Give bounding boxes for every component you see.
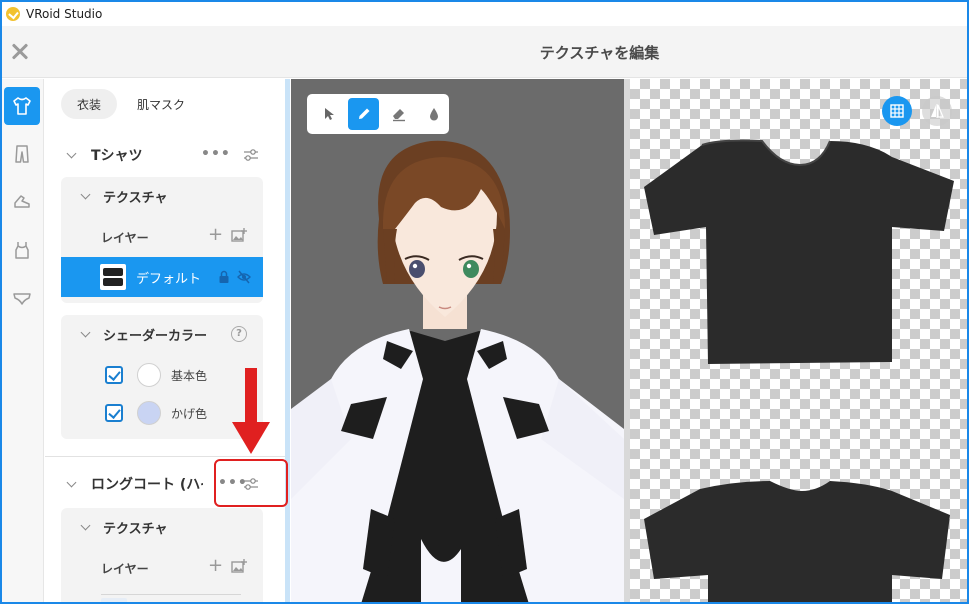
chevron-down-icon[interactable] bbox=[81, 329, 91, 339]
fill-drop-icon bbox=[429, 108, 438, 121]
section-header-tshirt[interactable]: Tシャツ ••• bbox=[45, 137, 285, 173]
avatar-preview bbox=[291, 140, 624, 602]
property-panel: 衣装 肌マスク Tシャツ ••• テクスチャ レイヤー + デフォルト シェーダ… bbox=[45, 79, 285, 602]
chevron-down-icon[interactable] bbox=[81, 522, 91, 532]
chevron-down-icon[interactable] bbox=[67, 479, 77, 489]
panel-scrollbar[interactable] bbox=[285, 79, 290, 602]
panel-tabs: 衣装 肌マスク bbox=[61, 89, 201, 119]
layer-label: レイヤー bbox=[101, 562, 149, 576]
lock-icon[interactable] bbox=[217, 270, 231, 284]
mirror-toggle-button[interactable] bbox=[922, 96, 952, 126]
shade-color-swatch[interactable] bbox=[137, 401, 161, 425]
texture-title: テクスチャ bbox=[103, 190, 168, 206]
tool-select[interactable] bbox=[313, 98, 344, 130]
section-title: Tシャツ bbox=[91, 148, 143, 164]
underwear-icon bbox=[13, 293, 31, 305]
shade-color-label: かげ色 bbox=[171, 406, 208, 421]
shader-color-header[interactable]: シェーダーカラー bbox=[61, 319, 207, 349]
help-icon[interactable]: ? bbox=[231, 326, 247, 342]
paint-toolbar bbox=[307, 94, 449, 134]
annotation-highlight-box bbox=[214, 459, 288, 507]
rail-item-bottoms[interactable] bbox=[4, 135, 40, 173]
window-title: VRoid Studio bbox=[26, 7, 103, 21]
shirt-icon bbox=[13, 97, 31, 115]
sliders-icon[interactable] bbox=[243, 148, 259, 162]
title-bar: VRoid Studio bbox=[2, 2, 967, 26]
shader-row-shade: かげ色 bbox=[105, 399, 207, 427]
layer-thumbnail bbox=[100, 264, 126, 290]
layer-thumbnail[interactable] bbox=[101, 598, 127, 602]
layer-label: レイヤー bbox=[101, 231, 149, 245]
texture-header[interactable]: テクスチャ bbox=[61, 512, 167, 542]
base-color-checkbox[interactable] bbox=[105, 366, 123, 384]
texture-card: テクスチャ レイヤー + デフォルト bbox=[61, 177, 263, 303]
section-title: ロングコート (ハイ bbox=[91, 477, 203, 493]
add-image-icon[interactable] bbox=[231, 559, 247, 573]
rail-item-underwear[interactable] bbox=[4, 279, 40, 317]
grid-icon bbox=[890, 104, 904, 118]
tool-eraser[interactable] bbox=[383, 98, 414, 130]
tool-pen[interactable] bbox=[348, 98, 379, 130]
pants-icon bbox=[15, 145, 29, 163]
cursor-icon bbox=[324, 108, 334, 120]
chevron-down-icon[interactable] bbox=[67, 150, 77, 160]
tanktop-icon bbox=[15, 242, 29, 259]
rail-item-shoes[interactable] bbox=[4, 183, 40, 221]
layer-name: デフォルト bbox=[136, 271, 202, 287]
layer-row-separator bbox=[101, 594, 241, 595]
pen-icon bbox=[358, 108, 369, 119]
tab-skin-mask[interactable]: 肌マスク bbox=[121, 89, 201, 119]
more-options-button[interactable]: ••• bbox=[201, 146, 231, 162]
texture-title: テクスチャ bbox=[103, 521, 168, 537]
annotation-arrow bbox=[232, 368, 270, 454]
shade-color-checkbox[interactable] bbox=[105, 404, 123, 422]
texture-card-coat: テクスチャ レイヤー + bbox=[61, 508, 263, 602]
section-divider bbox=[45, 456, 285, 457]
shader-color-title: シェーダーカラー bbox=[103, 328, 208, 344]
grid-toggle-button[interactable] bbox=[882, 96, 912, 126]
3d-viewport[interactable] bbox=[291, 79, 624, 602]
base-color-label: 基本色 bbox=[171, 368, 208, 383]
chevron-down-icon[interactable] bbox=[81, 191, 91, 201]
shader-row-base: 基本色 bbox=[105, 361, 207, 389]
rail-item-inner[interactable] bbox=[4, 231, 40, 269]
add-layer-button[interactable]: + bbox=[208, 557, 223, 575]
add-image-icon[interactable] bbox=[231, 228, 247, 242]
page-title: テクスチャを編集 bbox=[539, 44, 660, 62]
layer-row-selected[interactable]: デフォルト bbox=[61, 257, 263, 297]
rail-item-tops[interactable] bbox=[4, 87, 40, 125]
eye-hidden-icon[interactable] bbox=[237, 270, 251, 284]
texture-header[interactable]: テクスチャ bbox=[61, 181, 167, 211]
mirror-icon bbox=[931, 104, 944, 118]
add-layer-button[interactable]: + bbox=[208, 226, 223, 244]
shoe-icon bbox=[14, 195, 30, 208]
eraser-icon bbox=[392, 109, 405, 122]
tool-fill[interactable] bbox=[418, 98, 449, 130]
tab-costume[interactable]: 衣装 bbox=[61, 89, 118, 119]
editor-header: テクスチャを編集 bbox=[2, 26, 967, 78]
tshirt-texture-preview bbox=[644, 139, 954, 602]
vroid-logo-icon bbox=[6, 7, 20, 21]
texture-canvas[interactable] bbox=[630, 79, 967, 602]
category-rail bbox=[2, 79, 44, 602]
base-color-swatch[interactable] bbox=[137, 363, 161, 387]
app-window: VRoid Studio テクスチャを編集 衣装 肌マスク Tシャツ ••• テ… bbox=[0, 0, 969, 604]
